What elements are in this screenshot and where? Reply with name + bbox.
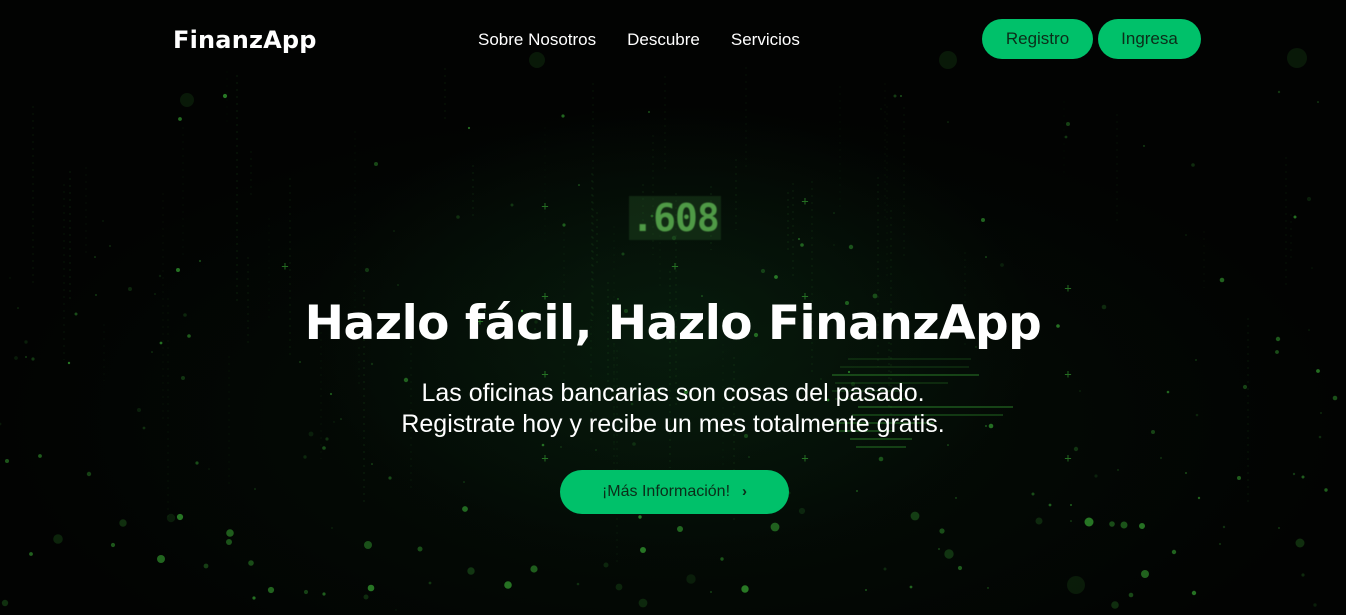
more-info-button[interactable]: ¡Más Información! › <box>560 470 789 514</box>
hero-section: + + + + + + + + + + + + + + .608 FinanzApp Sobre Noso… <box>0 0 1346 615</box>
svg-text:+: + <box>281 259 288 273</box>
svg-text:+: + <box>541 199 548 213</box>
hero-subtitle-line-1: Las oficinas bancarias son cosas del pas… <box>421 379 925 407</box>
svg-text:+: + <box>541 451 548 465</box>
register-button[interactable]: Registro <box>982 19 1093 59</box>
svg-text:+: + <box>801 451 808 465</box>
top-navbar: FinanzApp Sobre Nosotros Descubre Servic… <box>0 0 1346 80</box>
nav-link-servicios[interactable]: Servicios <box>731 28 800 52</box>
brand-logo[interactable]: FinanzApp <box>173 24 317 56</box>
chevron-right-icon: › <box>742 483 748 500</box>
hero-headline: Hazlo fácil, Hazlo FinanzApp <box>304 296 1042 351</box>
nav-link-sobre-nosotros[interactable]: Sobre Nosotros <box>478 28 596 52</box>
more-info-label: ¡Más Información! <box>601 483 731 500</box>
main-nav: Sobre Nosotros Descubre Servicios <box>478 28 800 52</box>
svg-text:+: + <box>1064 451 1071 465</box>
svg-text:+: + <box>801 194 808 208</box>
nav-link-descubre[interactable]: Descubre <box>627 28 700 52</box>
hero-subtitle: Las oficinas bancarias son cosas del pas… <box>0 378 1346 440</box>
digital-counter-graphic: .608 <box>629 196 721 240</box>
login-button[interactable]: Ingresa <box>1098 19 1201 59</box>
auth-buttons: Registro Ingresa <box>982 19 1201 59</box>
hero-subtitle-line-2: Registrate hoy y recibe un mes totalment… <box>401 410 945 438</box>
svg-text:+: + <box>671 259 678 273</box>
